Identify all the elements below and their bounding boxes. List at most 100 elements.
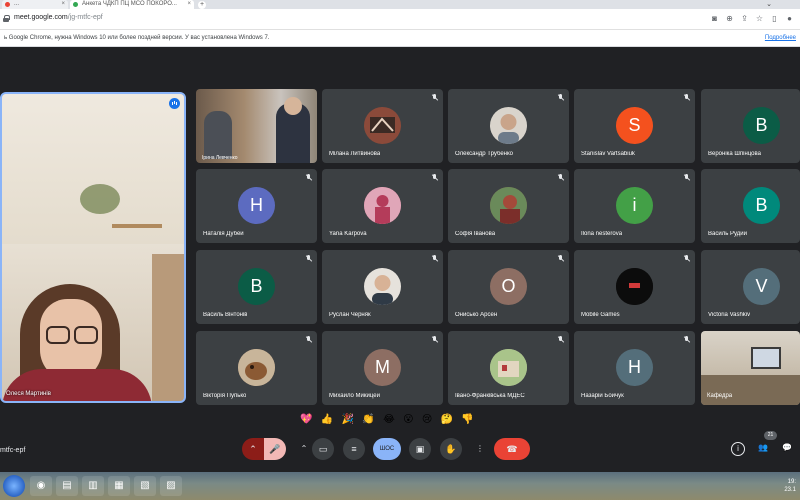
- taskbar-files-icon[interactable]: ▥: [82, 476, 104, 496]
- reaction-heart-icon[interactable]: 💖: [300, 414, 312, 425]
- mic-options-button[interactable]: ⌃: [242, 438, 264, 460]
- reaction-thumbs-up-icon[interactable]: 👍: [321, 414, 333, 425]
- address-bar-actions: ◙ ⊕ ⇪ ☆ ▯ ●: [710, 14, 794, 24]
- clock-time: 19:: [787, 479, 796, 485]
- participant-name: Yana Karpova: [329, 231, 367, 237]
- screen: ... × Анкета ЧДКП ПЦ МСО ПОКОРО... × + ⌄…: [0, 0, 800, 500]
- participant-name: Софія Іванова: [455, 231, 496, 237]
- reaction-thumbs-down-icon[interactable]: 👎: [461, 414, 473, 425]
- people-icon[interactable]: 👥: [756, 442, 770, 456]
- participant-tile[interactable]: М Михайло Микицей: [322, 331, 443, 405]
- tab-title: ...: [14, 1, 20, 7]
- participant-tile[interactable]: Вікторія Пупько: [196, 331, 317, 405]
- taskbar-excel-icon[interactable]: ▦: [108, 476, 130, 496]
- participant-name: Вікторія Пупько: [203, 393, 247, 399]
- microphone-muted-icon: [682, 335, 691, 344]
- lock-icon[interactable]: [3, 15, 10, 22]
- participant-tile[interactable]: i Ilona nesterova: [574, 169, 695, 243]
- system-clock[interactable]: 19: 23.1: [784, 478, 796, 494]
- reaction-party-icon[interactable]: 🎉: [342, 414, 354, 425]
- more-options-icon[interactable]: ⋮: [474, 438, 486, 460]
- camera-options-icon[interactable]: ⌃: [298, 438, 310, 460]
- split-view-icon[interactable]: ▯: [770, 14, 779, 23]
- zoom-icon[interactable]: ⊕: [725, 14, 734, 23]
- start-button[interactable]: [3, 475, 25, 497]
- avatar-photo-icon: [490, 349, 527, 386]
- participant-tile[interactable]: S Stanislav Vartsabiuk: [574, 89, 695, 163]
- reaction-laugh-icon[interactable]: 😂: [383, 414, 395, 425]
- participant-name: Вероніка Шпінцова: [708, 151, 761, 157]
- taskbar-word-icon[interactable]: ▧: [134, 476, 156, 496]
- microphone-muted-icon: [682, 173, 691, 182]
- minimize-window-icon[interactable]: ⌄: [762, 0, 776, 9]
- url-path: /jg-mtfc-epf: [67, 14, 103, 21]
- taskbar-pdf-icon[interactable]: ▨: [160, 476, 182, 496]
- participant-tile[interactable]: Мілана Литвинова: [322, 89, 443, 163]
- participant-name: Назарій Бойчук: [581, 393, 624, 399]
- spotlight-participant-tile[interactable]: Олеся Мартинів: [0, 92, 186, 403]
- participant-name: Василь Рудий: [708, 231, 747, 237]
- participant-tile[interactable]: В Василь Рудий: [701, 169, 800, 243]
- participant-name: Онисько Арсен: [455, 312, 498, 318]
- participant-tile[interactable]: Івано-Франківська МДЕС: [448, 331, 569, 405]
- taskbar-chrome-icon[interactable]: ◉: [30, 476, 52, 496]
- present-now-button[interactable]: ▣: [409, 438, 431, 460]
- taskbar-explorer-icon[interactable]: ▤: [56, 476, 78, 496]
- participant-avatar: S: [616, 107, 653, 144]
- participant-name: Мілана Литвинова: [329, 151, 381, 157]
- reaction-thinking-icon[interactable]: 🤔: [441, 414, 453, 425]
- speaking-indicator-icon: [169, 98, 180, 109]
- participant-name: Івано-Франківська МДЕС: [455, 393, 525, 399]
- meeting-details-icon[interactable]: i: [731, 442, 745, 456]
- leave-call-button[interactable]: ☎: [494, 438, 530, 460]
- raise-hand-button[interactable]: ✋: [440, 438, 462, 460]
- participant-count-badge: 21: [764, 431, 777, 440]
- avatar-photo-icon: [616, 268, 653, 305]
- participant-name: Василь Вінтонів: [203, 312, 248, 318]
- share-icon[interactable]: ⇪: [740, 14, 749, 23]
- captions-button[interactable]: ≡: [343, 438, 365, 460]
- participant-tile[interactable]: Олександр Трубенко: [448, 89, 569, 163]
- browser-tab-active[interactable]: Анкета ЧДКП ПЦ МСО ПОКОРО... ×: [70, 0, 194, 9]
- participant-tile-video[interactable]: Кафедра: [701, 331, 800, 405]
- reaction-clap-icon[interactable]: 👏: [362, 414, 374, 425]
- participant-tile[interactable]: О Онисько Арсен: [448, 250, 569, 324]
- avatar-photo-icon: [372, 275, 393, 305]
- participant-tile[interactable]: В Вероніка Шпінцова: [701, 89, 800, 163]
- tab-favicon-icon: [5, 2, 10, 7]
- reaction-surprised-icon[interactable]: 😮: [403, 414, 413, 425]
- camera-toggle-button[interactable]: ▭: [312, 438, 334, 460]
- profile-icon[interactable]: ●: [785, 14, 794, 23]
- participant-tile[interactable]: Софія Іванова: [448, 169, 569, 243]
- new-tab-button[interactable]: +: [198, 1, 206, 9]
- infobar-learn-more-link[interactable]: Подробнее: [765, 35, 796, 41]
- browser-tab-strip: ... × Анкета ЧДКП ПЦ МСО ПОКОРО... × + ⌄: [0, 0, 800, 9]
- participant-sweater: [2, 369, 152, 401]
- participant-tile[interactable]: V Victoria Vashkiv: [701, 250, 800, 324]
- chat-icon[interactable]: 💬: [780, 442, 794, 456]
- participant-tile[interactable]: В Василь Вінтонів: [196, 250, 317, 324]
- microphone-toggle-button[interactable]: 🎤: [264, 438, 286, 460]
- participant-tile[interactable]: Mobile Games: [574, 250, 695, 324]
- participant-glasses: [46, 326, 98, 344]
- microphone-muted-icon: [430, 254, 439, 263]
- close-tab-icon[interactable]: ×: [61, 0, 65, 9]
- present-button[interactable]: ШОС: [373, 438, 401, 460]
- microphone-muted-icon: [682, 254, 691, 263]
- participant-tile[interactable]: Руслан Черняк: [322, 250, 443, 324]
- close-tab-icon[interactable]: ×: [187, 0, 191, 9]
- reaction-sad-icon[interactable]: 😢: [422, 414, 432, 425]
- browser-tab[interactable]: ... ×: [2, 0, 68, 9]
- participant-tile[interactable]: Yana Karpova: [322, 169, 443, 243]
- avatar-photo-icon: [238, 349, 275, 386]
- participant-tile-video[interactable]: Ірина Левченко: [196, 89, 317, 163]
- video-monitor: [751, 347, 781, 369]
- participant-avatar: V: [743, 268, 780, 305]
- background-curtain: [152, 254, 184, 401]
- participant-tile[interactable]: Н Наталія Дубей: [196, 169, 317, 243]
- url-host: meet.google.com: [14, 14, 68, 21]
- bookmark-star-icon[interactable]: ☆: [755, 14, 764, 23]
- camera-permission-icon[interactable]: ◙: [710, 14, 719, 23]
- participant-tile[interactable]: Н Назарій Бойчук: [574, 331, 695, 405]
- url-field[interactable]: meet.google.com/jg-mtfc-epf: [14, 14, 103, 21]
